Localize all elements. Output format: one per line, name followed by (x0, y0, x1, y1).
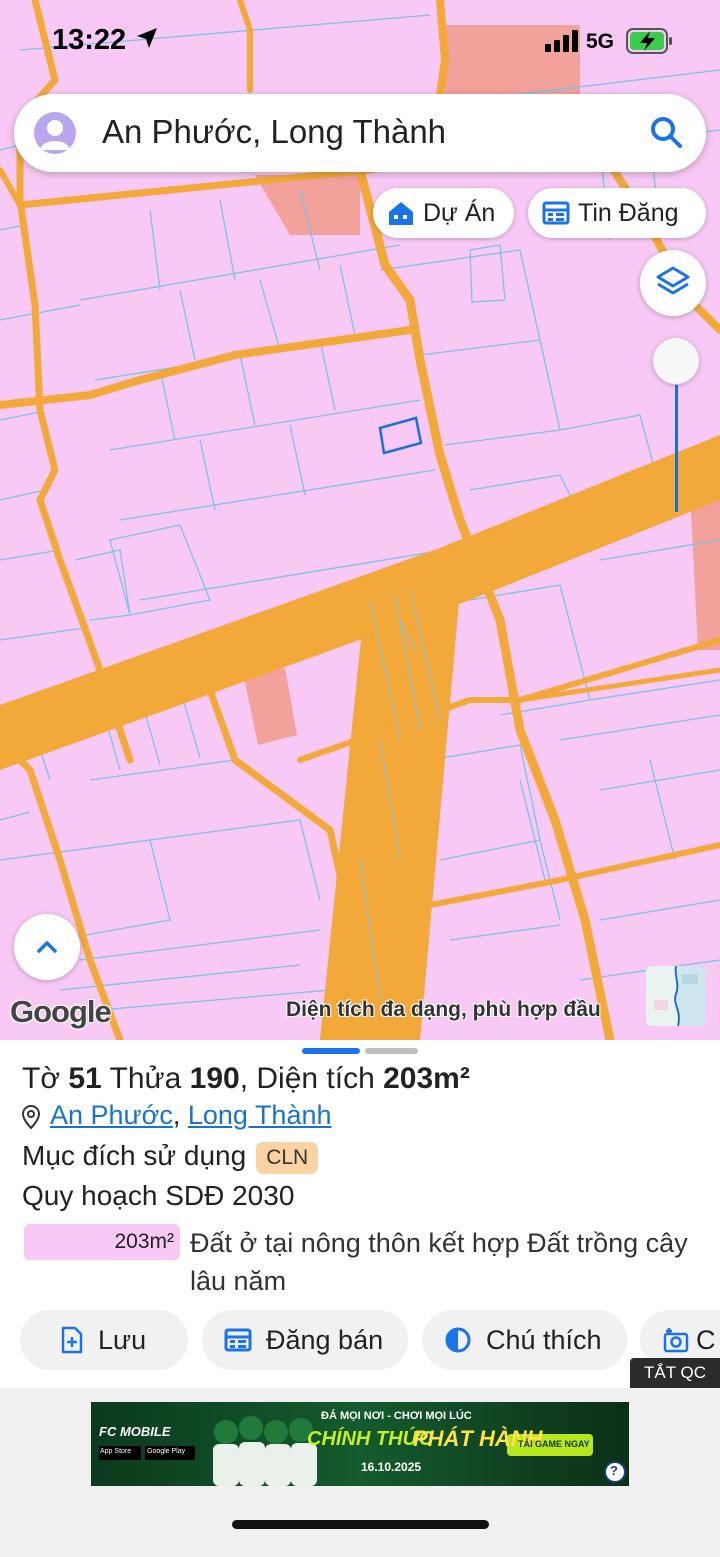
calendar-icon (542, 201, 570, 225)
legend-button-label: Chú thích (486, 1324, 602, 1355)
ad-tagline: ĐÁ MỌI NƠI - CHƠI MỌI LÚC (321, 1410, 472, 1422)
planned-road (320, 590, 460, 1040)
selected-parcel[interactable] (378, 416, 423, 455)
sheet-page-indicator[interactable] (365, 1048, 418, 1054)
calendar-icon (224, 1328, 252, 1352)
expand-up-button[interactable] (14, 914, 80, 980)
status-bar: 13:22 5G (0, 0, 720, 80)
ad-banner-area: FC MOBILE App Store Google Play ĐÁ MỌI N… (0, 1388, 720, 1557)
opacity-slider-handle[interactable] (653, 338, 699, 384)
add-photo-icon (663, 1328, 689, 1353)
post-for-sale-button[interactable]: Đăng bán (202, 1310, 408, 1370)
district-link[interactable]: Long Thành (188, 1100, 332, 1130)
map-preview-icon (646, 966, 706, 1026)
cellular-signal-icon (545, 30, 578, 52)
layers-icon (656, 266, 690, 295)
location-pin-icon (22, 1104, 40, 1129)
save-button[interactable]: Lưu (20, 1310, 188, 1370)
ad-store-1: App Store (100, 1448, 132, 1455)
land-use-purpose: Mục đích sử dụng CLN (22, 1140, 319, 1174)
search-bar[interactable]: An Phước, Long Thành (14, 94, 706, 172)
map-thumbnail[interactable] (646, 966, 706, 1026)
plan-description: Đất ở tại nông thôn kết hợp Đất trồng câ… (190, 1228, 688, 1296)
search-icon[interactable] (648, 114, 684, 150)
close-ad-button[interactable]: TẮT QC (630, 1358, 720, 1388)
projects-chip[interactable]: Dự Án (373, 188, 514, 238)
projects-chip-label: Dự Án (423, 198, 496, 227)
ward-link[interactable]: An Phước (50, 1100, 173, 1130)
listings-chip[interactable]: Tin Đăng (528, 188, 706, 238)
add-document-icon (61, 1326, 83, 1354)
commercial-zone (243, 668, 297, 745)
contrast-icon (445, 1327, 471, 1353)
ad-info-icon[interactable]: ? (610, 1463, 618, 1478)
capture-button-label: C (696, 1324, 716, 1355)
ad-banner[interactable]: FC MOBILE App Store Google Play ĐÁ MỌI N… (91, 1402, 629, 1486)
user-avatar-icon[interactable] (34, 112, 76, 154)
search-input[interactable]: An Phước, Long Thành (102, 113, 446, 151)
status-time: 13:22 (52, 24, 127, 56)
network-type: 5G (586, 30, 615, 53)
ad-brand: FC MOBILE (99, 1424, 171, 1439)
opacity-slider-track[interactable] (675, 385, 678, 512)
ad-store-2: Google Play (147, 1448, 186, 1455)
commercial-zone (255, 175, 360, 235)
parcel-address: An Phước, Long Thành (22, 1100, 332, 1131)
save-button-label: Lưu (98, 1324, 147, 1355)
plan-area-swatch: 203m² (24, 1224, 180, 1260)
action-row: Lưu Đăng bán Chú thích C (0, 1310, 720, 1374)
parcel-info-sheet[interactable]: Tờ 51 Thửa 190, Diện tích 203m² An Phước… (0, 1040, 720, 1388)
legend-button[interactable]: Chú thích (422, 1310, 627, 1370)
listings-chip-label: Tin Đăng (578, 198, 679, 227)
map-caption: Diện tích đa dạng, phù hợp đầu (286, 998, 601, 1021)
home-indicator[interactable] (232, 1520, 489, 1529)
google-logo: Google (10, 994, 112, 1029)
land-use-code-badge: CLN (256, 1141, 319, 1174)
parcel-title: Tờ 51 Thửa 190, Diện tích 203m² (22, 1062, 470, 1095)
ad-cta[interactable]: TẢI GAME NGAY (518, 1439, 590, 1449)
location-arrow-icon (137, 28, 157, 48)
sheet-page-indicator-active[interactable] (302, 1048, 360, 1054)
chevron-up-icon (37, 941, 57, 953)
ad-date: 16.10.2025 (361, 1460, 422, 1474)
land-plan-title: Quy hoạch SDĐ 2030 (22, 1180, 295, 1211)
layers-button[interactable] (640, 250, 706, 316)
battery-charging-icon (626, 28, 672, 54)
building-icon (389, 202, 413, 225)
post-for-sale-label: Đăng bán (266, 1324, 384, 1355)
